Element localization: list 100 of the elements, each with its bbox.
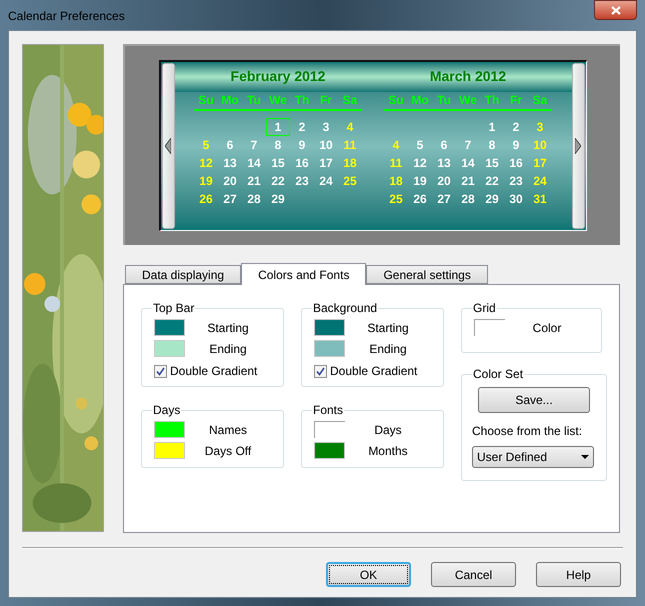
calendar-day[interactable]: 12 xyxy=(408,154,432,172)
swatch-label: Months xyxy=(367,442,409,460)
month-title: March 2012 xyxy=(430,67,506,86)
dialog-button[interactable]: Help xyxy=(536,562,621,587)
checkbox[interactable] xyxy=(154,364,167,378)
calendar-day[interactable]: 19 xyxy=(194,172,218,190)
tab[interactable]: General settings xyxy=(366,265,488,284)
calendar-day[interactable]: 10 xyxy=(314,136,338,154)
calendar-day[interactable]: 20 xyxy=(432,172,456,190)
calendar-day[interactable]: 6 xyxy=(432,136,456,154)
weekday-label: Su xyxy=(387,92,405,109)
calendar-day[interactable]: 2 xyxy=(290,118,314,136)
weekday-label: Sa xyxy=(342,92,358,109)
calendar-day[interactable]: 8 xyxy=(266,136,290,154)
calendar-day[interactable]: 4 xyxy=(384,136,408,154)
calendar-day[interactable]: 20 xyxy=(218,172,242,190)
calendar-day[interactable]: 3 xyxy=(314,118,338,136)
calendar-day[interactable]: 12 xyxy=(194,154,218,172)
color-set-dropdown[interactable]: User Defined xyxy=(472,446,594,468)
calendar-day[interactable]: 1 xyxy=(480,118,504,136)
calendar-day[interactable]: 24 xyxy=(528,172,552,190)
previous-month-button[interactable] xyxy=(162,63,174,229)
calendar-day[interactable]: 1 xyxy=(266,118,290,136)
color-swatch[interactable] xyxy=(314,442,345,459)
dialog-button[interactable]: OK xyxy=(326,562,411,587)
calendar-day[interactable]: 5 xyxy=(194,136,218,154)
color-swatch[interactable] xyxy=(314,319,345,336)
calendar-day[interactable]: 29 xyxy=(266,190,290,208)
calendar-day[interactable]: 11 xyxy=(384,154,408,172)
calendar-day[interactable]: 3 xyxy=(528,118,552,136)
tab[interactable]: Data displaying xyxy=(125,265,242,284)
calendar-day[interactable]: 6 xyxy=(218,136,242,154)
calendar-day[interactable]: 9 xyxy=(504,136,528,154)
weekday-label: Th xyxy=(294,92,310,109)
calendar-day[interactable]: 27 xyxy=(218,190,242,208)
calendar-day[interactable]: 26 xyxy=(408,190,432,208)
calendar-day[interactable]: 23 xyxy=(290,172,314,190)
calendar-day[interactable]: 13 xyxy=(432,154,456,172)
calendar-day[interactable]: 7 xyxy=(456,136,480,154)
color-swatch[interactable] xyxy=(154,442,185,459)
calendar-day[interactable]: 5 xyxy=(408,136,432,154)
calendar-day[interactable]: 25 xyxy=(338,172,362,190)
calendar-day[interactable]: 14 xyxy=(456,154,480,172)
calendar-day[interactable]: 4 xyxy=(338,118,362,136)
checkbox[interactable] xyxy=(314,364,327,378)
color-swatch[interactable] xyxy=(154,319,185,336)
calendar-day[interactable]: 22 xyxy=(266,172,290,190)
calendar-day[interactable]: 8 xyxy=(480,136,504,154)
calendar-day[interactable]: 29 xyxy=(480,190,504,208)
color-swatch[interactable] xyxy=(314,340,345,357)
calendar-day[interactable]: 30 xyxy=(504,190,528,208)
save-button[interactable]: Save... xyxy=(478,387,590,413)
calendar-day[interactable]: 16 xyxy=(504,154,528,172)
calendar-day[interactable]: 18 xyxy=(384,172,408,190)
calendar-day[interactable]: 26 xyxy=(194,190,218,208)
color-swatch[interactable] xyxy=(154,421,185,438)
calendar-day[interactable]: 9 xyxy=(290,136,314,154)
calendar-day[interactable]: 17 xyxy=(314,154,338,172)
window-title: Calendar Preferences xyxy=(8,8,125,25)
calendar-day[interactable]: 21 xyxy=(242,172,266,190)
calendar-day[interactable]: 31 xyxy=(528,190,552,208)
check-icon xyxy=(316,366,325,376)
close-button[interactable] xyxy=(594,0,637,20)
calendar-day[interactable]: 28 xyxy=(242,190,266,208)
calendar-day[interactable]: 25 xyxy=(384,190,408,208)
swatch-label: Days xyxy=(373,422,403,438)
color-swatch[interactable] xyxy=(154,340,185,357)
next-month-button[interactable] xyxy=(572,63,584,229)
calendar-day[interactable]: 11 xyxy=(338,136,362,154)
calendar-day[interactable]: 21 xyxy=(456,172,480,190)
calendar-day[interactable]: 16 xyxy=(290,154,314,172)
calendar-day[interactable]: 22 xyxy=(480,172,504,190)
calendar-day[interactable]: 7 xyxy=(242,136,266,154)
calendar-day[interactable]: 27 xyxy=(432,190,456,208)
tab[interactable]: Colors and Fonts xyxy=(241,263,366,285)
calendar-day[interactable]: 15 xyxy=(266,154,290,172)
calendar-day[interactable]: 19 xyxy=(408,172,432,190)
calendar-day[interactable]: 15 xyxy=(480,154,504,172)
calendar-day[interactable]: 2 xyxy=(504,118,528,136)
list-label: Choose from the list: xyxy=(472,423,584,440)
calendar-day[interactable]: 23 xyxy=(504,172,528,190)
group-title: Fonts xyxy=(312,403,344,417)
right-arrow-icon xyxy=(575,138,581,154)
group-title: Background xyxy=(312,301,378,315)
swatch-label: Ending xyxy=(208,340,248,358)
calendar-day[interactable]: 17 xyxy=(528,154,552,172)
dialog-button[interactable]: Cancel xyxy=(431,562,516,587)
weekday-label: Tu xyxy=(436,92,452,109)
calendar-day[interactable]: 14 xyxy=(242,154,266,172)
swatch-label: Days Off xyxy=(204,442,252,460)
weekday-label: Su xyxy=(197,92,215,109)
calendar-day[interactable]: 10 xyxy=(528,136,552,154)
calendar-day[interactable]: 28 xyxy=(456,190,480,208)
group-title: Top Bar xyxy=(152,301,196,315)
calendar-day[interactable]: 13 xyxy=(218,154,242,172)
calendar-day[interactable]: 24 xyxy=(314,172,338,190)
caret-icon xyxy=(581,455,589,459)
calendar-day[interactable]: 18 xyxy=(338,154,362,172)
weekday-label: Th xyxy=(484,92,500,109)
weekday-label: Mo xyxy=(220,92,240,109)
